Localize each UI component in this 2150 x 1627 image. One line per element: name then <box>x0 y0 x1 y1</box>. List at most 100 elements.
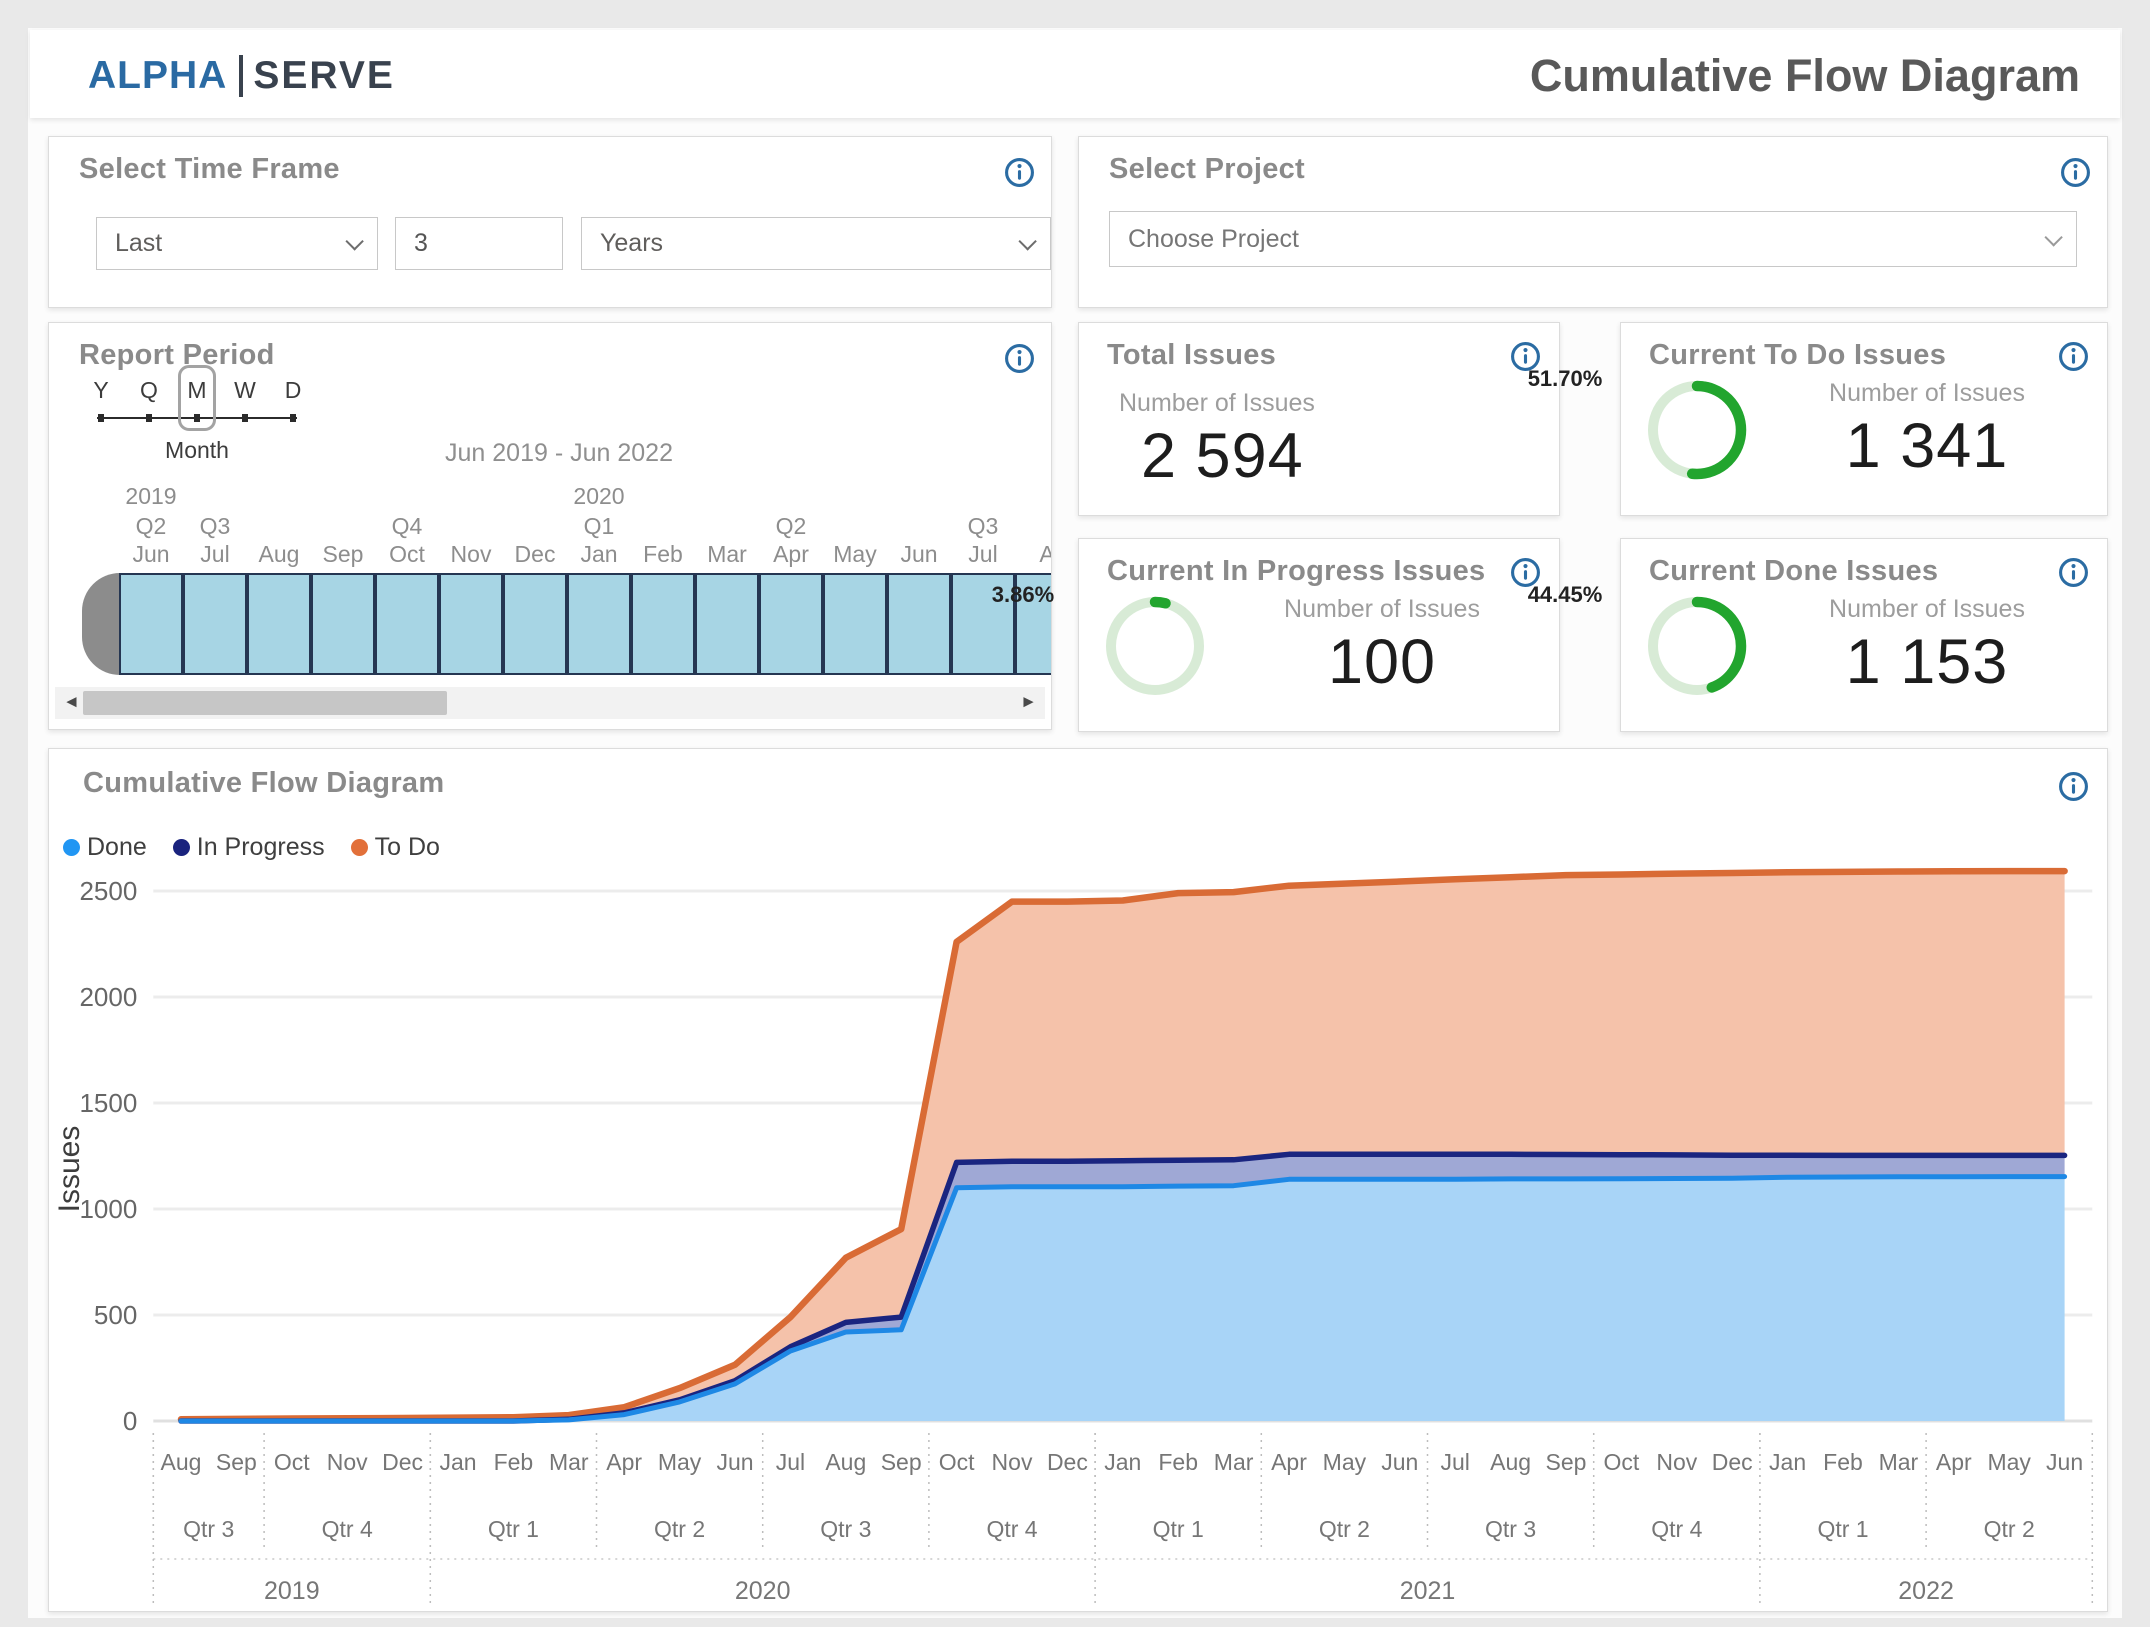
project-placeholder: Choose Project <box>1128 225 1299 254</box>
timeline-cell[interactable] <box>183 573 247 675</box>
kpi-todo-issues-card: Current To Do Issues 51.70% Number of Is… <box>1620 322 2108 516</box>
legend-label: To Do <box>375 833 440 862</box>
x-month-label: May <box>658 1449 702 1475</box>
timeline-cell[interactable] <box>503 573 567 675</box>
donut-percent-label: 44.45% <box>1509 539 1621 651</box>
cfd-legend: Done In Progress To Do <box>63 833 440 862</box>
chevron-down-icon <box>1018 232 1036 250</box>
timeframe-unit-value: Years <box>600 229 663 258</box>
x-year-label: 2021 <box>1400 1577 1456 1605</box>
timeframe-mode-value: Last <box>115 229 162 258</box>
x-year-label: 2022 <box>1898 1577 1954 1605</box>
info-icon[interactable] <box>2058 771 2089 802</box>
timeframe-unit-select[interactable]: Years <box>581 217 1051 270</box>
donut-percent-label: 3.86% <box>967 539 1079 651</box>
kpi-metric-label: Number of Issues <box>1284 595 1480 624</box>
x-quarter-label: Qtr 2 <box>1319 1516 1370 1542</box>
x-month-label: Aug <box>161 1449 202 1475</box>
cfd-chart[interactable]: 05001000150020002500AugSepOctNovDecJanFe… <box>49 749 2107 1611</box>
timeframe-mode-select[interactable]: Last <box>96 217 378 270</box>
timeline-scrollbar[interactable]: ◄ ► <box>55 687 1045 719</box>
cfd-chart-panel: 05001000150020002500AugSepOctNovDecJanFe… <box>48 748 2108 1612</box>
info-icon[interactable] <box>2060 157 2091 188</box>
x-month-label: Oct <box>1604 1449 1640 1475</box>
info-icon[interactable] <box>2058 557 2089 588</box>
project-title: Select Project <box>1109 153 1305 186</box>
legend-label: Done <box>87 833 147 862</box>
cfd-title: Cumulative Flow Diagram <box>83 767 444 800</box>
timeline-quarter-label: Q2 <box>751 513 831 540</box>
done-legend-dot <box>63 839 80 856</box>
x-month-label: Jan <box>1104 1449 1141 1475</box>
timeline-cell[interactable] <box>439 573 503 675</box>
x-month-label: Mar <box>1879 1449 1919 1475</box>
timeframe-count-input[interactable] <box>395 217 563 270</box>
logo-serve-text: SERVE <box>253 54 395 98</box>
x-month-label: Aug <box>1490 1449 1531 1475</box>
kpi-title: Current To Do Issues <box>1649 339 1946 372</box>
timeline-cell[interactable] <box>695 573 759 675</box>
x-quarter-label: Qtr 1 <box>1817 1516 1868 1542</box>
x-quarter-label: Qtr 2 <box>654 1516 705 1542</box>
info-icon[interactable] <box>1004 157 1035 188</box>
time-frame-panel: Select Time Frame Last Years <box>48 136 1052 308</box>
report-period-timeline[interactable]: 20192020Q2Q3Q4Q1Q2Q3JunJulAugSepOctNovDe… <box>49 323 1051 693</box>
scrollbar-thumb[interactable] <box>83 691 447 715</box>
kpi-value: 1 341 <box>1846 410 2009 482</box>
timeline-cell[interactable] <box>119 573 183 675</box>
scroll-left-icon[interactable]: ◄ <box>63 692 80 712</box>
x-month-label: Feb <box>1158 1449 1198 1475</box>
x-month-label: Jun <box>1381 1449 1418 1475</box>
project-select[interactable]: Choose Project <box>1109 211 2077 267</box>
x-month-label: Jun <box>2046 1449 2083 1475</box>
x-quarter-label: Qtr 4 <box>1651 1516 1702 1542</box>
timeline-cell[interactable] <box>247 573 311 675</box>
timeline-cell[interactable] <box>823 573 887 675</box>
legend-item-todo[interactable]: To Do <box>351 833 440 862</box>
x-month-label: Jan <box>1769 1449 1806 1475</box>
x-month-label: Mar <box>1214 1449 1254 1475</box>
alpha-serve-logo: ALPHA SERVE <box>88 54 395 98</box>
x-month-label: Nov <box>992 1449 1033 1475</box>
project-panel: Select Project Choose Project <box>1078 136 2108 308</box>
timeline-cell[interactable] <box>631 573 695 675</box>
x-month-label: Nov <box>327 1449 368 1475</box>
x-quarter-label: Qtr 2 <box>1984 1516 2035 1542</box>
x-quarter-label: Qtr 4 <box>986 1516 1037 1542</box>
x-month-label: Aug <box>825 1449 866 1475</box>
kpi-inprogress-issues-card: Current In Progress Issues 3.86% Number … <box>1078 538 1560 732</box>
x-month-label: Apr <box>606 1449 642 1475</box>
x-month-label: May <box>1323 1449 1367 1475</box>
x-year-label: 2020 <box>735 1577 791 1605</box>
legend-item-done[interactable]: Done <box>63 833 147 862</box>
kpi-metric-label: Number of Issues <box>1119 389 1315 418</box>
timeline-cell[interactable] <box>375 573 439 675</box>
timeline-left-cap <box>82 573 120 675</box>
chevron-down-icon <box>345 232 363 250</box>
scroll-right-icon[interactable]: ► <box>1020 692 1037 712</box>
x-quarter-label: Qtr 3 <box>1485 1516 1536 1542</box>
x-month-label: Nov <box>1656 1449 1697 1475</box>
info-icon[interactable] <box>2058 341 2089 372</box>
y-tick-label: 500 <box>94 1300 137 1330</box>
timeline-cell[interactable] <box>311 573 375 675</box>
timeline-cell[interactable] <box>887 573 951 675</box>
x-month-label: Dec <box>382 1449 423 1475</box>
kpi-total-issues-card: Total Issues Number of Issues 2 594 <box>1078 322 1560 516</box>
kpi-value: 100 <box>1328 626 1436 698</box>
timeline-cell[interactable] <box>567 573 631 675</box>
timeline-quarter-label: Q3 <box>943 513 1023 540</box>
x-month-label: Feb <box>1823 1449 1863 1475</box>
kpi-value: 2 594 <box>1141 420 1304 492</box>
inprogress-legend-dot <box>173 839 190 856</box>
done-area[interactable] <box>181 1177 2065 1421</box>
timeline-cell[interactable] <box>759 573 823 675</box>
legend-label: In Progress <box>197 833 325 862</box>
chevron-down-icon <box>2044 228 2062 246</box>
timeline-year-label: 2020 <box>559 483 639 510</box>
y-axis-title: Issues <box>53 1126 86 1213</box>
legend-item-inprogress[interactable]: In Progress <box>173 833 325 862</box>
x-month-label: Jul <box>776 1449 805 1475</box>
timeline-year-label: 2019 <box>111 483 191 510</box>
kpi-done-issues-card: Current Done Issues 44.45% Number of Iss… <box>1620 538 2108 732</box>
